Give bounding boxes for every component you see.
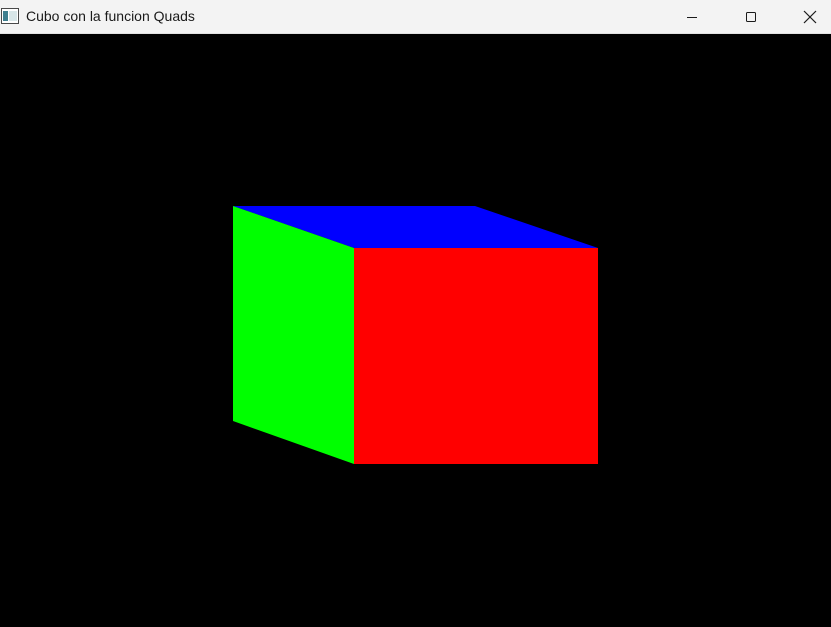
cube-scene: [233, 206, 598, 464]
close-button[interactable]: [787, 0, 831, 33]
app-window: Cubo con la funcion Quads: [0, 0, 831, 627]
minimize-button[interactable]: [669, 0, 715, 33]
app-window-icon: [1, 8, 19, 24]
close-icon: [803, 10, 817, 24]
maximize-icon: [745, 11, 757, 23]
minimize-icon: [686, 11, 698, 23]
title-bar[interactable]: Cubo con la funcion Quads: [0, 0, 831, 34]
maximize-button[interactable]: [728, 0, 774, 33]
cube-left-face: [233, 206, 354, 464]
render-canvas[interactable]: [0, 34, 831, 627]
window-title: Cubo con la funcion Quads: [26, 8, 195, 24]
cube-front-face: [354, 248, 598, 464]
